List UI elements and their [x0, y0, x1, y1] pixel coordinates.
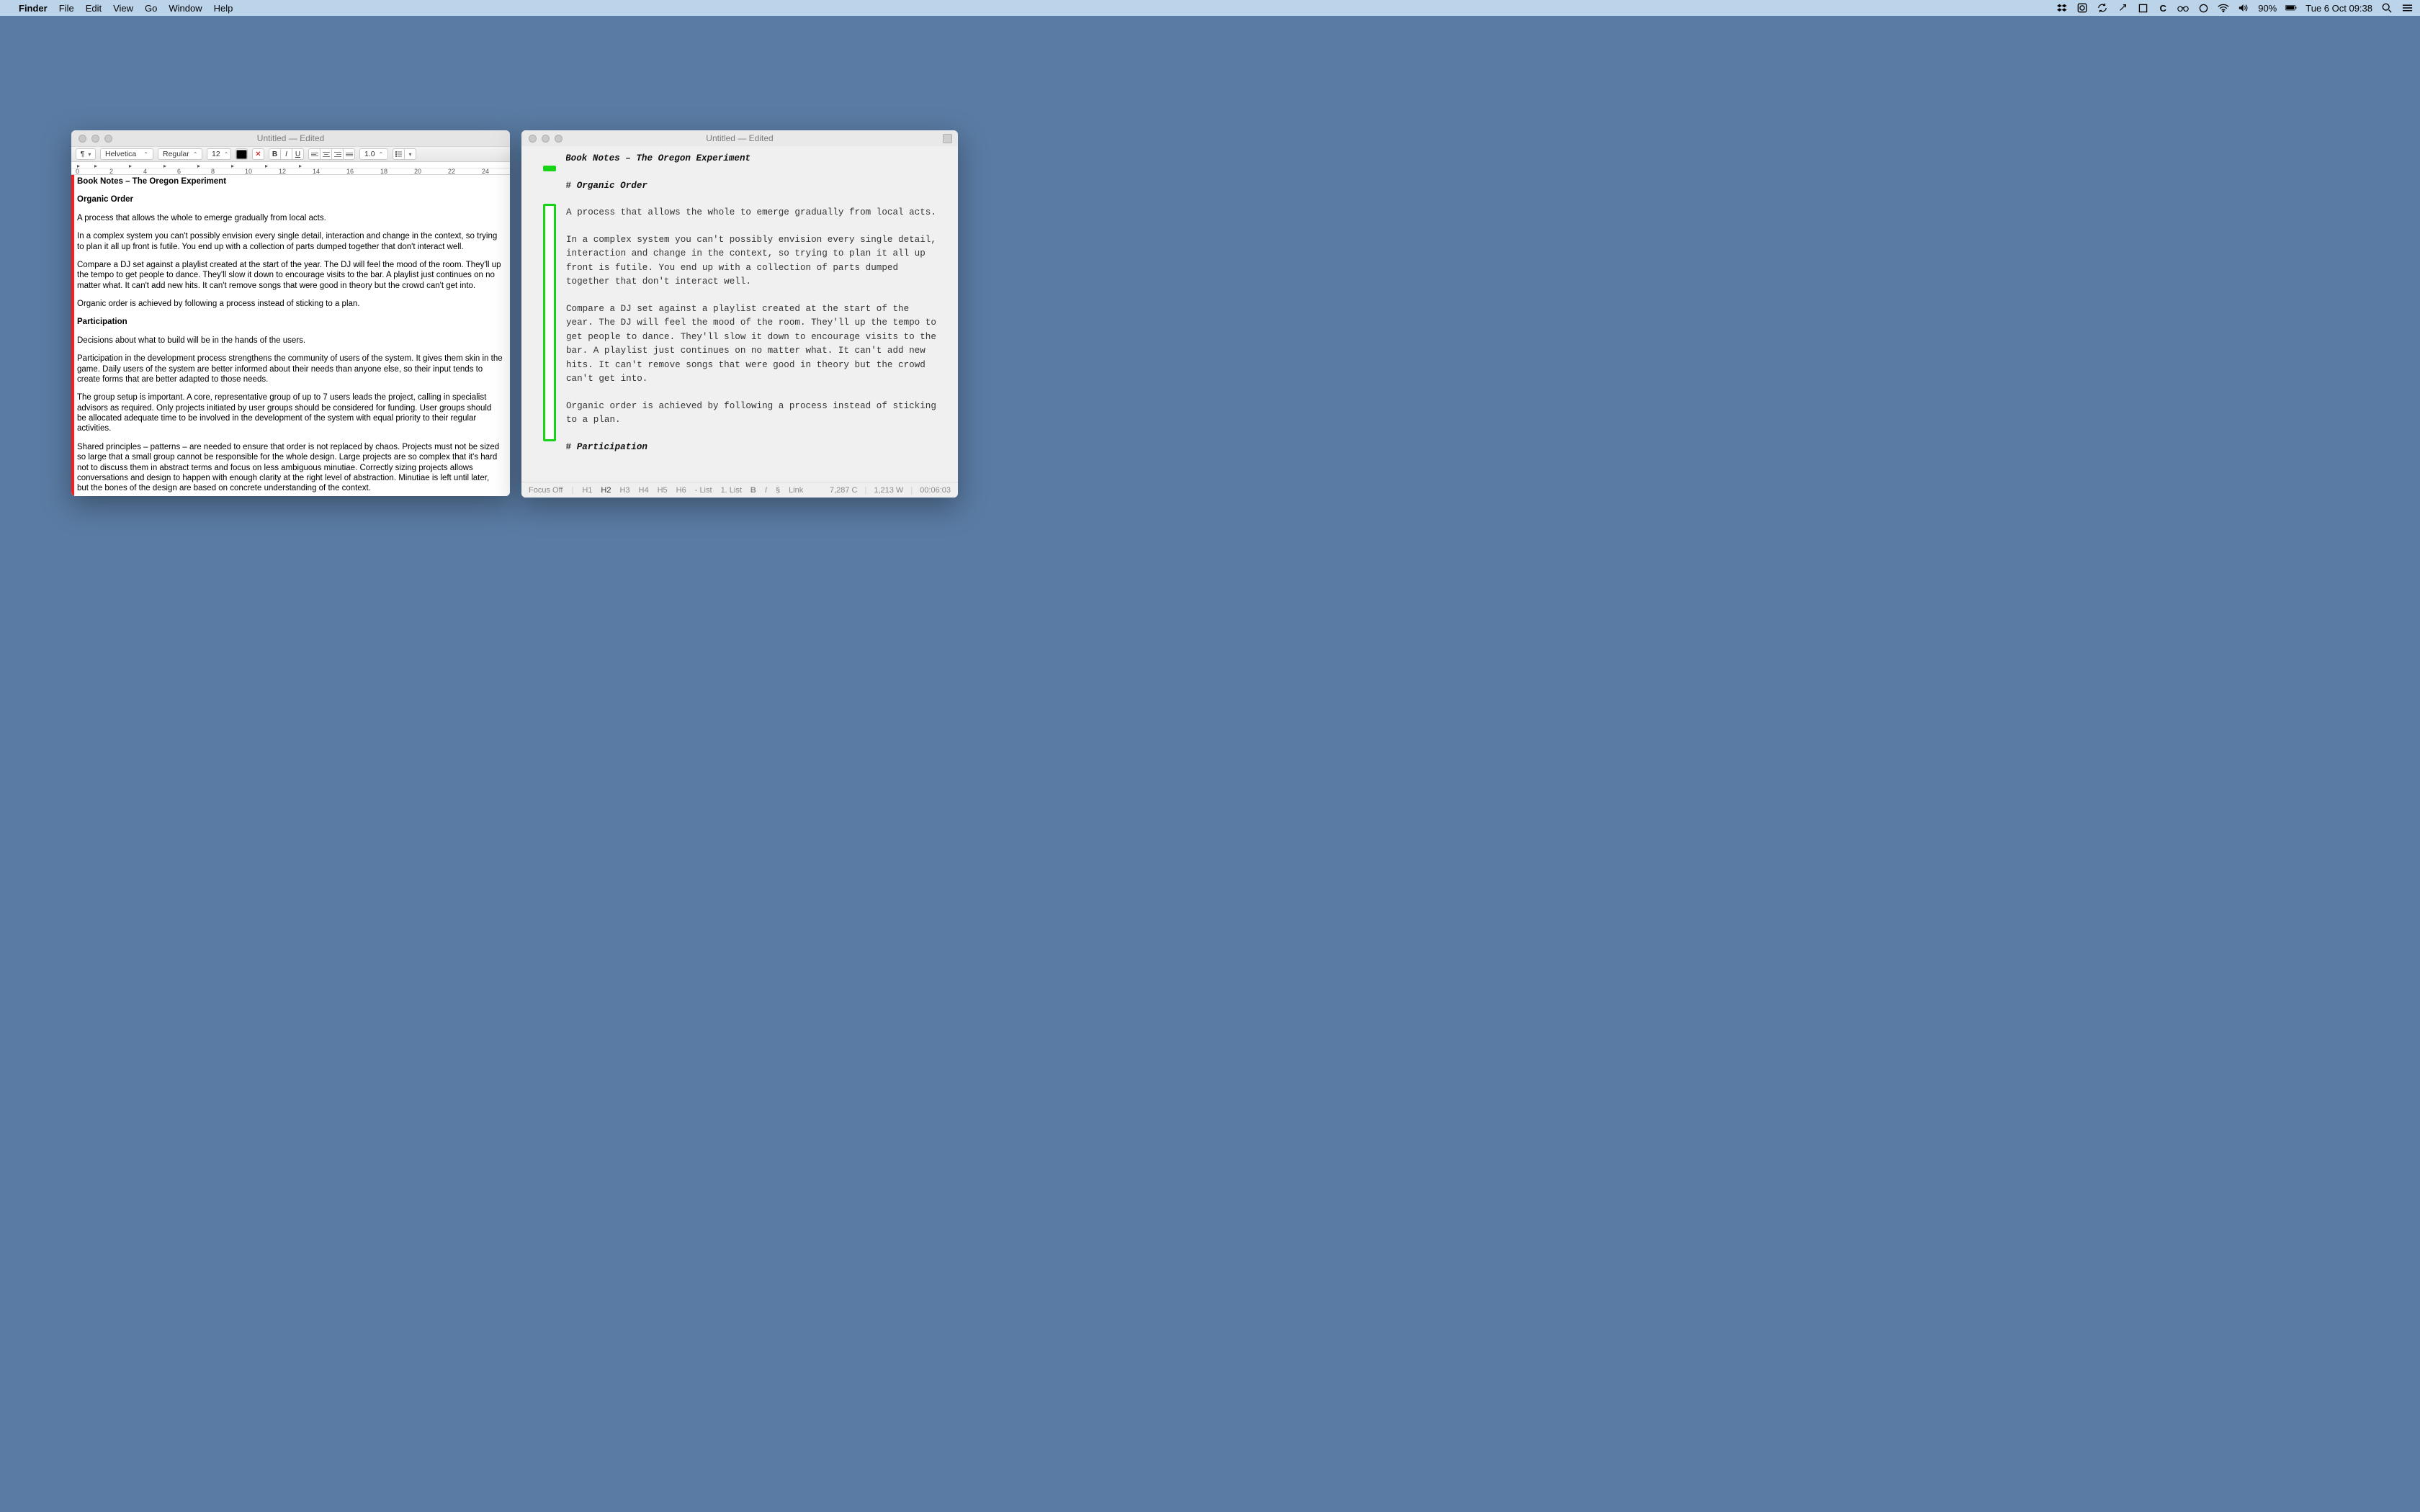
menubar-clock[interactable]: Tue 6 Oct 09:38: [2305, 3, 2372, 14]
textedit-window: Untitled — Edited ¶▾ Helvetica⌃ Regular⌃…: [71, 130, 510, 496]
doc-paragraph: Decisions about what to build will be in…: [77, 336, 503, 346]
doc-heading-1: Book Notes – The Oregon Experiment: [77, 176, 503, 186]
italic-button[interactable]: I: [765, 486, 767, 495]
close-icon[interactable]: [529, 135, 537, 143]
textedit-toolbar: ¶▾ Helvetica⌃ Regular⌃ 12⌃ ✕ B I U 1.0⌃ …: [71, 146, 510, 162]
align-center-button[interactable]: [320, 148, 332, 160]
focus-toggle[interactable]: Focus Off: [529, 486, 563, 495]
list-button[interactable]: [393, 148, 405, 160]
zoom-icon[interactable]: [555, 135, 563, 143]
section-button[interactable]: §: [776, 486, 780, 495]
elapsed-time: 00:06:03: [920, 486, 951, 495]
md-paragraph: Compare a DJ set against a playlist crea…: [566, 302, 938, 387]
selection-highlight: [543, 204, 556, 441]
doc-subheading-participation: Participation: [77, 317, 503, 327]
menu-help[interactable]: Help: [214, 3, 233, 14]
font-family-select[interactable]: Helvetica⌃: [100, 148, 153, 160]
h4-button[interactable]: H4: [639, 486, 649, 495]
link-button[interactable]: Link: [789, 486, 803, 495]
markdown-editor-window: Untitled — Edited # Book Notes – The Ore…: [521, 130, 958, 498]
md-paragraph: In a complex system you can't possibly e…: [566, 233, 938, 289]
md-h1: # Book Notes – The Oregon Experiment: [566, 152, 938, 166]
zoom-icon[interactable]: [104, 135, 112, 143]
textedit-titlebar[interactable]: Untitled — Edited: [71, 130, 510, 146]
biu-segment: B I U: [269, 148, 304, 160]
macos-menubar: Finder File Edit View Go Window Help C: [0, 0, 2420, 16]
font-size-select[interactable]: 12⌃: [207, 148, 231, 160]
menubar-app-name[interactable]: Finder: [19, 3, 48, 14]
menu-go[interactable]: Go: [145, 3, 157, 14]
md-paragraph: A process that allows the whole to emerg…: [566, 206, 938, 220]
h6-button[interactable]: H6: [676, 486, 686, 495]
spotlight-icon[interactable]: [2381, 2, 2393, 14]
h2-button[interactable]: H2: [601, 486, 611, 495]
markdown-gutter: [543, 146, 559, 460]
square-icon[interactable]: [2137, 2, 2148, 14]
doc-paragraph: Shared principles – patterns – are neede…: [77, 442, 503, 494]
menu-file[interactable]: File: [59, 3, 74, 14]
tool-icon[interactable]: [2117, 2, 2128, 14]
minimize-icon[interactable]: [91, 135, 99, 143]
md-paragraph: Organic order is achieved by following a…: [566, 400, 938, 428]
menu-window[interactable]: Window: [169, 3, 202, 14]
doc-paragraph: In a complex system you can't possibly e…: [77, 231, 503, 252]
text-color-button[interactable]: [236, 148, 248, 160]
doc-paragraph: Compare a DJ set against a playlist crea…: [77, 260, 503, 291]
style-menu[interactable]: ¶▾: [76, 148, 96, 160]
fold-marker-icon[interactable]: [543, 166, 556, 171]
list-menu-button[interactable]: ▾: [404, 148, 416, 160]
olist-button[interactable]: 1. List: [721, 486, 742, 495]
h1-button[interactable]: H1: [582, 486, 592, 495]
menu-view[interactable]: View: [113, 3, 133, 14]
circle-icon[interactable]: [2197, 2, 2209, 14]
doc-paragraph: Organic order is achieved by following a…: [77, 299, 503, 309]
minimize-icon[interactable]: [542, 135, 550, 143]
align-left-button[interactable]: [308, 148, 321, 160]
sync-icon[interactable]: [2097, 2, 2108, 14]
clear-style-button[interactable]: ✕: [252, 148, 264, 160]
line-spacing-select[interactable]: 1.0⌃: [359, 148, 388, 160]
doc-subheading-organic: Organic Order: [77, 194, 503, 204]
menu-edit[interactable]: Edit: [86, 3, 102, 14]
word-count: 1,213 W: [874, 486, 903, 495]
mdwin-title: Untitled — Edited: [521, 133, 958, 143]
ulist-button[interactable]: - List: [695, 486, 712, 495]
textedit-ruler[interactable]: ▸▸▸ ▸▸▸ ▸▸ 0 2 4 6 8 10 12 14 16 18 20 2…: [71, 162, 510, 175]
list-segment: ▾: [393, 148, 416, 160]
mdwin-titlebar[interactable]: Untitled — Edited: [521, 130, 958, 146]
textedit-title: Untitled — Edited: [71, 133, 510, 143]
onedrive-icon[interactable]: [2076, 2, 2088, 14]
menu-list-icon[interactable]: [2401, 2, 2413, 14]
font-weight-select[interactable]: Regular⌃: [158, 148, 202, 160]
textedit-body[interactable]: Book Notes – The Oregon Experiment Organ…: [71, 175, 510, 496]
volume-icon[interactable]: [2238, 2, 2249, 14]
md-h2: ## Participation: [566, 441, 938, 455]
crescent-icon[interactable]: C: [2157, 2, 2169, 14]
doc-paragraph: Participation in the development process…: [77, 354, 503, 384]
close-icon[interactable]: [79, 135, 86, 143]
wifi-icon[interactable]: [2218, 2, 2229, 14]
bold-button[interactable]: B: [750, 486, 756, 495]
italic-button[interactable]: I: [280, 148, 292, 160]
document-proxy-icon[interactable]: [943, 134, 952, 143]
bold-button[interactable]: B: [269, 148, 281, 160]
alignment-segment: [308, 148, 355, 160]
doc-paragraph: The group setup is important. A core, re…: [77, 392, 503, 434]
markdown-status-bar: Focus Off | H1 H2 H3 H4 H5 H6 - List 1. …: [521, 482, 958, 498]
binoculars-icon[interactable]: [2177, 2, 2189, 14]
dropbox-icon[interactable]: [2056, 2, 2068, 14]
battery-icon[interactable]: [2285, 2, 2297, 14]
char-count: 7,287 C: [830, 486, 858, 495]
md-h2: ## Organic Order: [566, 179, 938, 194]
doc-paragraph: A process that allows the whole to emerg…: [77, 213, 503, 223]
align-right-button[interactable]: [331, 148, 344, 160]
markdown-text-area[interactable]: # Book Notes – The Oregon Experiment ## …: [521, 146, 958, 482]
battery-percent: 90%: [2258, 3, 2277, 14]
align-justify-button[interactable]: [343, 148, 355, 160]
underline-button[interactable]: U: [292, 148, 304, 160]
h3-button[interactable]: H3: [619, 486, 629, 495]
h5-button[interactable]: H5: [658, 486, 668, 495]
